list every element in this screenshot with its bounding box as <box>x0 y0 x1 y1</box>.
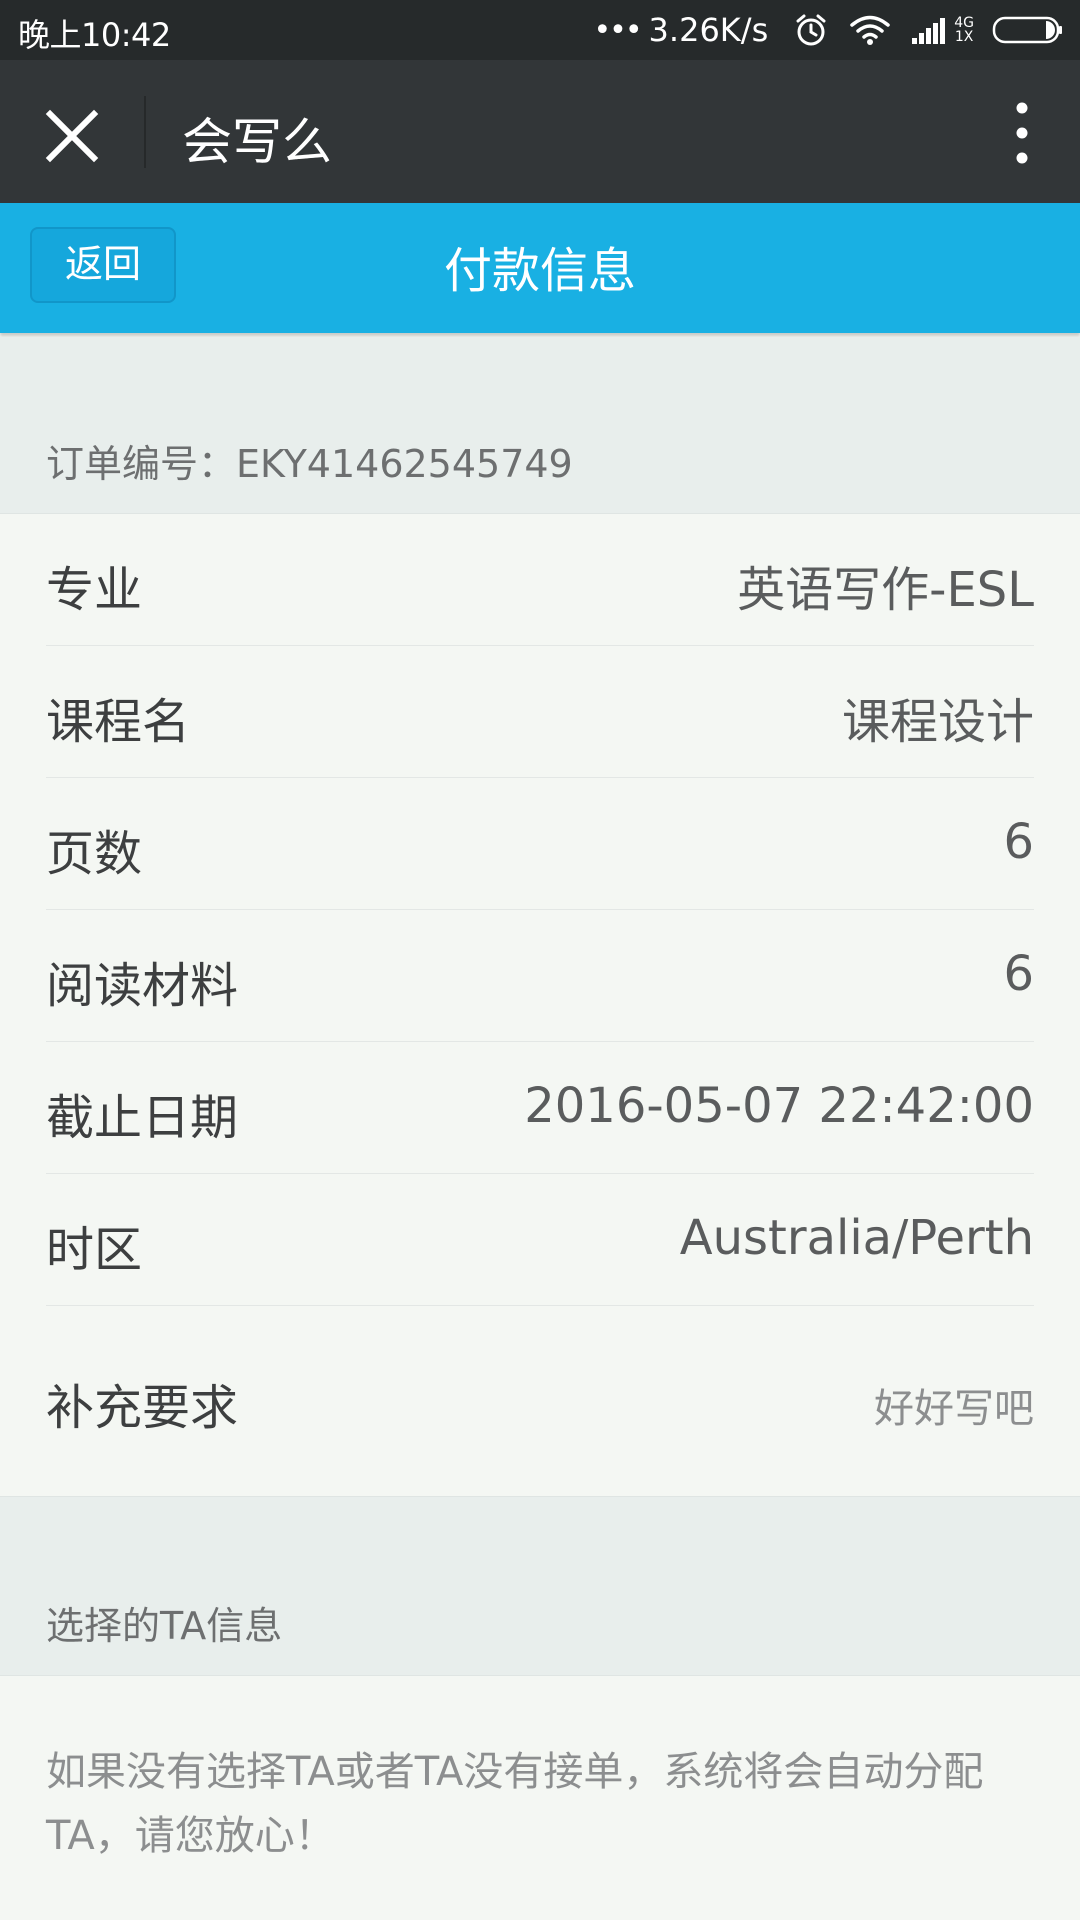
detail-label: 页数 <box>46 826 143 882</box>
detail-value: 2016-05-07 22:42:00 <box>524 1078 1034 1134</box>
title-divider <box>144 96 146 168</box>
close-button[interactable] <box>40 104 104 168</box>
detail-row-extra-requirements: 补充要求 好好写吧 <box>46 1306 1034 1486</box>
close-icon <box>45 109 99 163</box>
payment-info-page: 晚上10:42 ••• 3.26K/s 4G 1X 会写么 返回 付款信息 订单… <box>0 0 1080 1920</box>
page-header: 返回 付款信息 <box>0 203 1080 333</box>
detail-value: 好好写吧 <box>874 1386 1034 1432</box>
detail-label: 补充要求 <box>46 1380 239 1436</box>
signal-strength-icon <box>912 16 948 44</box>
detail-row-reading-materials: 阅读材料 6 <box>46 910 1034 1042</box>
detail-value: 6 <box>1003 946 1034 1002</box>
order-detail-list: 专业 英语写作-ESL 课程名 课程设计 页数 6 阅读材料 6 截止日期 20… <box>0 514 1080 1486</box>
detail-row-major: 专业 英语写作-ESL <box>46 514 1034 646</box>
detail-label: 时区 <box>46 1222 143 1278</box>
order-number: 订单编号：EKY41462545749 <box>46 442 573 486</box>
detail-row-course-name: 课程名 课程设计 <box>46 646 1034 778</box>
alarm-clock-icon <box>794 13 828 47</box>
more-options-button[interactable] <box>1002 98 1042 168</box>
detail-label: 截止日期 <box>46 1090 239 1146</box>
detail-value: 课程设计 <box>841 694 1034 750</box>
network-type-label: 4G 1X <box>954 16 974 44</box>
detail-value: 英语写作-ESL <box>737 562 1034 618</box>
detail-row-deadline: 截止日期 2016-05-07 22:42:00 <box>46 1042 1034 1174</box>
network-type-bottom: 1X <box>954 29 974 45</box>
status-time: 晚上10:42 <box>18 16 171 54</box>
detail-label: 课程名 <box>46 694 191 750</box>
app-title: 会写么 <box>182 113 332 171</box>
page-title: 付款信息 <box>443 243 636 299</box>
status-bar: 晚上10:42 ••• 3.26K/s 4G 1X <box>0 0 1080 60</box>
notification-dots-icon: ••• <box>593 12 642 48</box>
app-title-bar: 会写么 <box>0 60 1080 203</box>
detail-label: 专业 <box>46 562 143 618</box>
order-number-section: 订单编号：EKY41462545749 <box>0 337 1080 514</box>
wifi-icon <box>850 14 890 46</box>
detail-label: 阅读材料 <box>46 958 239 1014</box>
ta-notice-text: 如果没有选择TA或者TA没有接单，系统将会自动分配TA，请您放心！ <box>46 1749 984 1859</box>
status-indicators: ••• 3.26K/s 4G 1X <box>593 8 1064 52</box>
battery-icon <box>992 15 1064 45</box>
detail-value: 6 <box>1003 814 1034 870</box>
detail-value: Australia/Perth <box>679 1210 1034 1266</box>
more-vertical-icon <box>1016 102 1028 164</box>
detail-row-pages: 页数 6 <box>46 778 1034 910</box>
ta-info-section: 选择的TA信息 <box>0 1496 1080 1676</box>
ta-section-title: 选择的TA信息 <box>46 1604 283 1648</box>
network-speed: 3.26K/s <box>648 11 769 49</box>
detail-row-timezone: 时区 Australia/Perth <box>46 1174 1034 1306</box>
